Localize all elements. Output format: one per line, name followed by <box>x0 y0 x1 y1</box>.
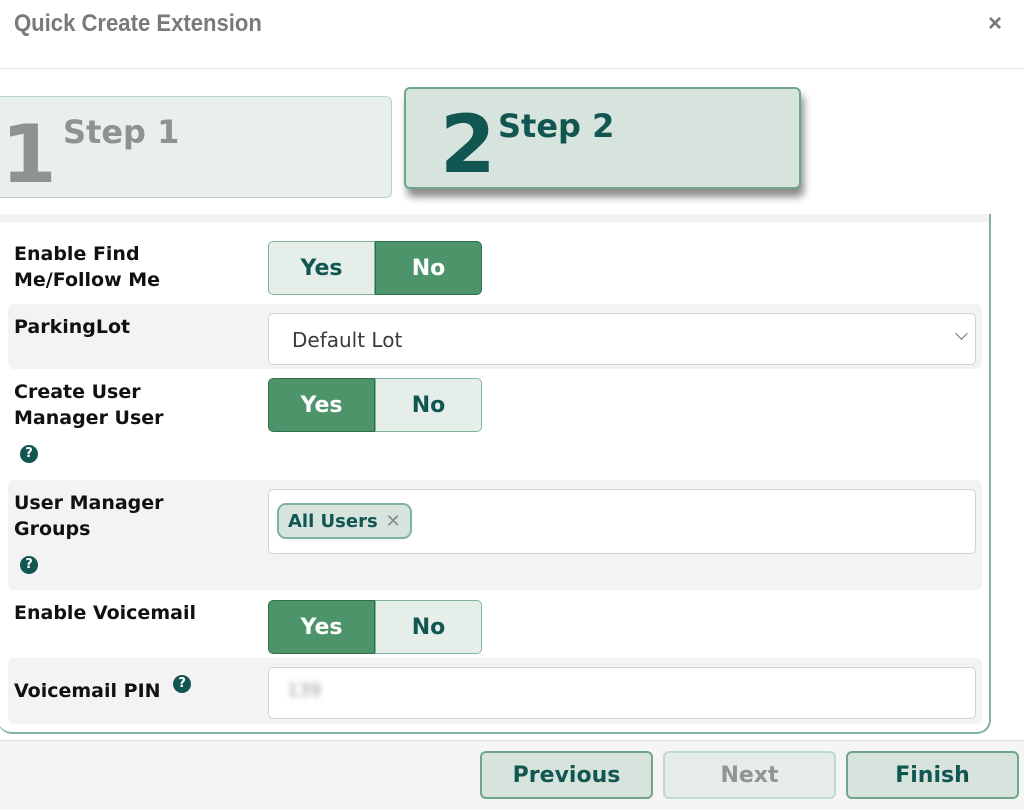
group-chip-label: All Users <box>288 510 378 532</box>
groups-label-line2: Groups <box>14 518 91 540</box>
row-voicemail-pin: Voicemail PIN ? 139 <box>8 658 982 724</box>
row-create-user: Create User Manager User ? Yes No <box>8 369 982 480</box>
groups-multiselect[interactable]: All Users ✕ <box>268 489 976 554</box>
create-user-label-line2: Manager User <box>14 407 164 429</box>
groups-label-line1: User Manager <box>14 492 164 514</box>
voicemail-pin-input[interactable]: 139 <box>268 667 976 719</box>
step-2-label: Step 2 <box>498 107 615 145</box>
voicemail-label: Enable Voicemail <box>14 602 196 624</box>
step-1-label: Step 1 <box>63 113 180 151</box>
previous-button[interactable]: Previous <box>480 751 653 799</box>
create-user-yes-button[interactable]: Yes <box>268 378 375 432</box>
parking-lot-label: ParkingLot <box>14 316 131 338</box>
help-icon[interactable]: ? <box>20 445 38 463</box>
help-icon[interactable]: ? <box>20 556 38 574</box>
create-user-toggle[interactable]: Yes No <box>268 378 482 432</box>
voicemail-toggle[interactable]: Yes No <box>268 600 482 654</box>
step-1-number: 1 <box>1 108 57 201</box>
create-user-no-button[interactable]: No <box>375 378 482 432</box>
row-groups: User Manager Groups ? All Users ✕ <box>8 480 982 590</box>
find-me-label-line2: Me/Follow Me <box>14 269 161 291</box>
finish-button[interactable]: Finish <box>846 751 1019 799</box>
groups-label: User Manager Groups <box>14 490 164 542</box>
dialog-footer: Previous Next Finish <box>0 740 1024 810</box>
step-2-number: 2 <box>440 98 496 191</box>
voicemail-pin-label: Voicemail PIN ? <box>14 675 192 704</box>
chevron-down-icon <box>955 327 968 340</box>
find-me-yes-button[interactable]: Yes <box>268 241 375 295</box>
remove-chip-icon[interactable]: ✕ <box>386 511 401 532</box>
create-user-label: Create User Manager User <box>14 379 164 431</box>
row-parking-lot: ParkingLot Default Lot <box>8 304 982 369</box>
voicemail-pin-label-text: Voicemail PIN <box>14 680 161 702</box>
group-chip: All Users ✕ <box>277 503 412 539</box>
dialog-header: Quick Create Extension × <box>0 0 1024 69</box>
help-icon[interactable]: ? <box>173 675 192 693</box>
find-me-toggle[interactable]: Yes No <box>268 241 482 295</box>
find-me-label-line1: Enable Find <box>14 243 140 265</box>
find-me-no-button[interactable]: No <box>375 241 482 295</box>
row-find-me: Enable Find Me/Follow Me Yes No <box>8 230 982 304</box>
voicemail-yes-button[interactable]: Yes <box>268 600 375 654</box>
parking-lot-select[interactable]: Default Lot <box>268 313 976 365</box>
step-2-tab[interactable]: 2 Step 2 <box>404 87 801 189</box>
close-icon[interactable]: × <box>988 10 1002 38</box>
find-me-label: Enable Find Me/Follow Me <box>14 241 160 293</box>
dialog-title: Quick Create Extension <box>14 10 262 37</box>
row-voicemail: Enable Voicemail Yes No <box>8 590 982 658</box>
voicemail-pin-value: 139 <box>287 680 322 701</box>
voicemail-no-button[interactable]: No <box>375 600 482 654</box>
next-button[interactable]: Next <box>663 751 836 799</box>
create-user-label-line1: Create User <box>14 381 141 403</box>
step-1-tab[interactable]: 1 Step 1 <box>0 96 392 198</box>
parking-lot-value: Default Lot <box>292 328 403 352</box>
